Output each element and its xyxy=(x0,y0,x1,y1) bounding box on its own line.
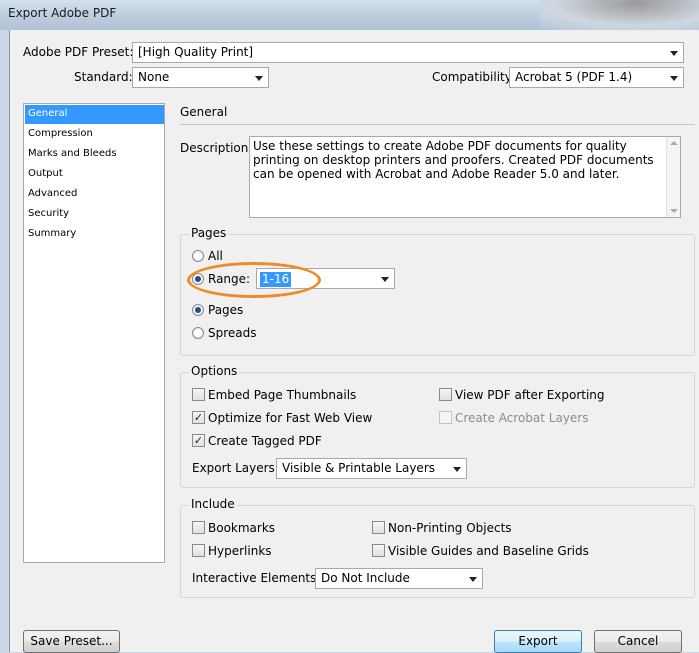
description-label: Description: xyxy=(180,141,253,155)
dialog-body: Adobe PDF Preset: [High Quality Print] S… xyxy=(9,30,699,653)
pages-all-label: All xyxy=(208,249,223,263)
sidebar-item-marks-and-bleeds[interactable]: Marks and Bleeds xyxy=(25,145,164,164)
description-scrollbar[interactable] xyxy=(666,137,680,217)
section-divider xyxy=(180,124,695,125)
bookmarks-label: Bookmarks xyxy=(208,521,276,535)
export-layers-value: Visible & Printable Layers xyxy=(282,461,435,475)
scroll-up-icon xyxy=(670,141,678,145)
window-title: Export Adobe PDF xyxy=(8,6,117,20)
sidebar-item-advanced[interactable]: Advanced xyxy=(25,185,164,204)
sidebar-item-output[interactable]: Output xyxy=(25,165,164,184)
options-group-title: Options xyxy=(189,364,240,378)
layout-spreads-radio[interactable] xyxy=(192,327,204,339)
check-icon: ✓ xyxy=(193,434,204,447)
embed-thumbnails-label: Embed Page Thumbnails xyxy=(208,388,357,402)
category-list: General Compression Marks and Bleeds Out… xyxy=(23,103,165,563)
optimize-web-label: Optimize for Fast Web View xyxy=(208,411,373,425)
sidebar-item-summary[interactable]: Summary xyxy=(25,225,164,244)
create-tagged-label: Create Tagged PDF xyxy=(208,434,322,448)
create-layers-label: Create Acrobat Layers xyxy=(455,411,589,425)
pages-all-radio[interactable] xyxy=(192,250,204,262)
chevron-down-icon xyxy=(670,51,678,56)
visible-guides-label: Visible Guides and Baseline Grids xyxy=(388,544,589,558)
chevron-down-icon xyxy=(670,76,678,81)
view-after-label: View PDF after Exporting xyxy=(455,388,605,402)
sidebar-item-compression[interactable]: Compression xyxy=(25,125,164,144)
layout-pages-radio[interactable] xyxy=(192,304,204,316)
hyperlinks-checkbox[interactable] xyxy=(192,544,205,557)
export-layers-label: Export Layers: xyxy=(192,461,279,475)
chevron-down-icon xyxy=(381,277,389,282)
interactive-elements-label: Interactive Elements: xyxy=(192,571,321,585)
bookmarks-checkbox[interactable] xyxy=(192,521,205,534)
embed-thumbnails-checkbox[interactable] xyxy=(192,388,205,401)
title-bar-background xyxy=(540,0,699,30)
check-icon: ✓ xyxy=(193,411,204,424)
hyperlinks-label: Hyperlinks xyxy=(208,544,272,558)
interactive-elements-value: Do Not Include xyxy=(321,571,410,585)
standard-label: Standard: xyxy=(74,70,133,84)
scroll-down-icon xyxy=(670,209,678,213)
standard-dropdown[interactable]: None xyxy=(132,67,269,88)
compatibility-label: Compatibility: xyxy=(432,70,516,84)
description-text: Use these settings to create Adobe PDF d… xyxy=(253,139,654,181)
standard-value: None xyxy=(138,70,170,84)
export-layers-dropdown[interactable]: Visible & Printable Layers xyxy=(276,458,467,479)
optimize-web-checkbox[interactable]: ✓ xyxy=(192,411,205,424)
chevron-down-icon xyxy=(453,467,461,472)
sidebar-item-general[interactable]: General xyxy=(25,105,164,124)
pages-group-title: Pages xyxy=(189,226,229,240)
visible-guides-checkbox[interactable] xyxy=(372,544,385,557)
preset-label: Adobe PDF Preset: xyxy=(23,45,134,59)
interactive-elements-dropdown[interactable]: Do Not Include xyxy=(315,568,483,589)
description-textarea[interactable]: Use these settings to create Adobe PDF d… xyxy=(249,136,681,218)
preset-dropdown[interactable]: [High Quality Print] xyxy=(132,42,684,63)
create-tagged-checkbox[interactable]: ✓ xyxy=(192,434,205,447)
save-preset-button[interactable]: Save Preset... xyxy=(23,630,120,653)
non-printing-label: Non-Printing Objects xyxy=(388,521,512,535)
layout-spreads-label: Spreads xyxy=(208,326,257,340)
range-highlight-annotation xyxy=(187,262,321,298)
title-bar: Export Adobe PDF xyxy=(0,0,699,30)
preset-value: [High Quality Print] xyxy=(138,45,254,59)
section-title: General xyxy=(180,105,228,119)
include-group-title: Include xyxy=(189,497,237,511)
create-layers-checkbox[interactable] xyxy=(439,411,452,424)
chevron-down-icon xyxy=(255,76,263,81)
chevron-down-icon xyxy=(469,577,477,582)
export-button[interactable]: Export xyxy=(494,630,582,653)
cancel-button[interactable]: Cancel xyxy=(594,630,682,653)
non-printing-checkbox[interactable] xyxy=(372,521,385,534)
compatibility-dropdown[interactable]: Acrobat 5 (PDF 1.4) xyxy=(509,67,684,88)
view-after-checkbox[interactable] xyxy=(439,388,452,401)
compatibility-value: Acrobat 5 (PDF 1.4) xyxy=(515,70,633,84)
sidebar-item-security[interactable]: Security xyxy=(25,205,164,224)
layout-pages-label: Pages xyxy=(208,303,244,317)
